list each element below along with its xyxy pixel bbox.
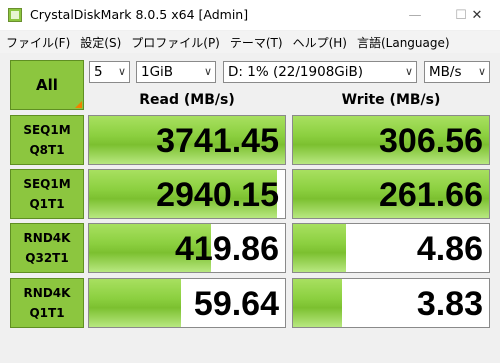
test-button-seq1m-q8t1[interactable]: SEQ1M Q8T1 [10, 115, 84, 165]
size-select-value: 1GiB [141, 64, 174, 80]
test-name: RND4K [23, 286, 71, 300]
test-params: Q1T1 [29, 197, 65, 211]
read-result-rnd4k-q1t1: 59.64 [88, 278, 286, 328]
result-value: 419.86 [175, 230, 279, 268]
result-value: 2940.15 [156, 176, 279, 214]
drive-select[interactable]: D: 1% (22/1908GiB) ∨ [223, 61, 417, 83]
result-value: 3.83 [416, 285, 483, 323]
menu-help[interactable]: ヘルプ(H) [288, 34, 352, 51]
menu-bar: ファイル(F) 設定(S) プロファイル(P) テーマ(T) ヘルプ(H) 言語… [0, 31, 500, 53]
unit-select[interactable]: MB/s ∨ [424, 61, 490, 83]
read-header: Read (MB/s) [139, 92, 235, 108]
app-window: CrystalDiskMark 8.0.5 x64 [Admin] — ☐ ✕ … [0, 0, 500, 363]
write-result-seq1m-q1t1: 261.66 [292, 169, 490, 219]
count-select-value: 5 [94, 64, 103, 80]
write-result-seq1m-q8t1: 306.56 [292, 115, 490, 165]
write-header: Write (MB/s) [341, 92, 441, 108]
unit-select-value: MB/s [429, 64, 462, 80]
result-value: 3741.45 [156, 122, 279, 160]
menu-theme[interactable]: テーマ(T) [225, 34, 288, 51]
app-icon [8, 8, 22, 22]
minimize-button[interactable]: — [392, 0, 438, 30]
result-value: 261.66 [379, 176, 483, 214]
chevron-down-icon: ∨ [404, 65, 413, 78]
chevron-down-icon: ∨ [203, 65, 212, 78]
test-name: SEQ1M [23, 123, 71, 137]
test-params: Q1T1 [29, 306, 65, 320]
chevron-down-icon: ∨ [477, 65, 486, 78]
write-result-rnd4k-q1t1: 3.83 [292, 278, 490, 328]
result-value: 306.56 [379, 122, 483, 160]
test-button-rnd4k-q1t1[interactable]: RND4K Q1T1 [10, 278, 84, 328]
close-button[interactable]: ✕ [454, 0, 500, 30]
drive-select-value: D: 1% (22/1908GiB) [228, 64, 364, 80]
test-button-rnd4k-q32t1[interactable]: RND4K Q32T1 [10, 223, 84, 273]
menu-language[interactable]: 言語(Language) [352, 34, 455, 51]
test-params: Q8T1 [29, 143, 65, 157]
count-select[interactable]: 5 ∨ [89, 61, 130, 83]
corner-marker [75, 101, 82, 108]
write-result-rnd4k-q32t1: 4.86 [292, 223, 490, 273]
result-bar [293, 279, 342, 327]
chevron-down-icon: ∨ [117, 65, 126, 78]
read-result-seq1m-q8t1: 3741.45 [88, 115, 286, 165]
result-value: 4.86 [416, 230, 483, 268]
menu-settings[interactable]: 設定(S) [75, 34, 126, 51]
test-button-seq1m-q1t1[interactable]: SEQ1M Q1T1 [10, 169, 84, 219]
all-button[interactable]: All [10, 60, 84, 110]
window-title: CrystalDiskMark 8.0.5 x64 [Admin] [30, 7, 249, 22]
test-name: RND4K [23, 231, 71, 245]
read-result-seq1m-q1t1: 2940.15 [88, 169, 286, 219]
result-bar [89, 279, 182, 327]
title-bar: CrystalDiskMark 8.0.5 x64 [Admin] — ☐ ✕ [0, 0, 500, 30]
result-value: 59.64 [193, 285, 279, 323]
menu-file[interactable]: ファイル(F) [0, 34, 75, 51]
size-select[interactable]: 1GiB ∨ [136, 61, 216, 83]
comment-area[interactable] [0, 333, 500, 363]
test-name: SEQ1M [23, 177, 71, 191]
result-bar [293, 224, 346, 272]
read-result-rnd4k-q32t1: 419.86 [88, 223, 286, 273]
menu-profile[interactable]: プロファイル(P) [126, 34, 225, 51]
all-button-label: All [36, 76, 58, 94]
test-params: Q32T1 [25, 251, 69, 265]
